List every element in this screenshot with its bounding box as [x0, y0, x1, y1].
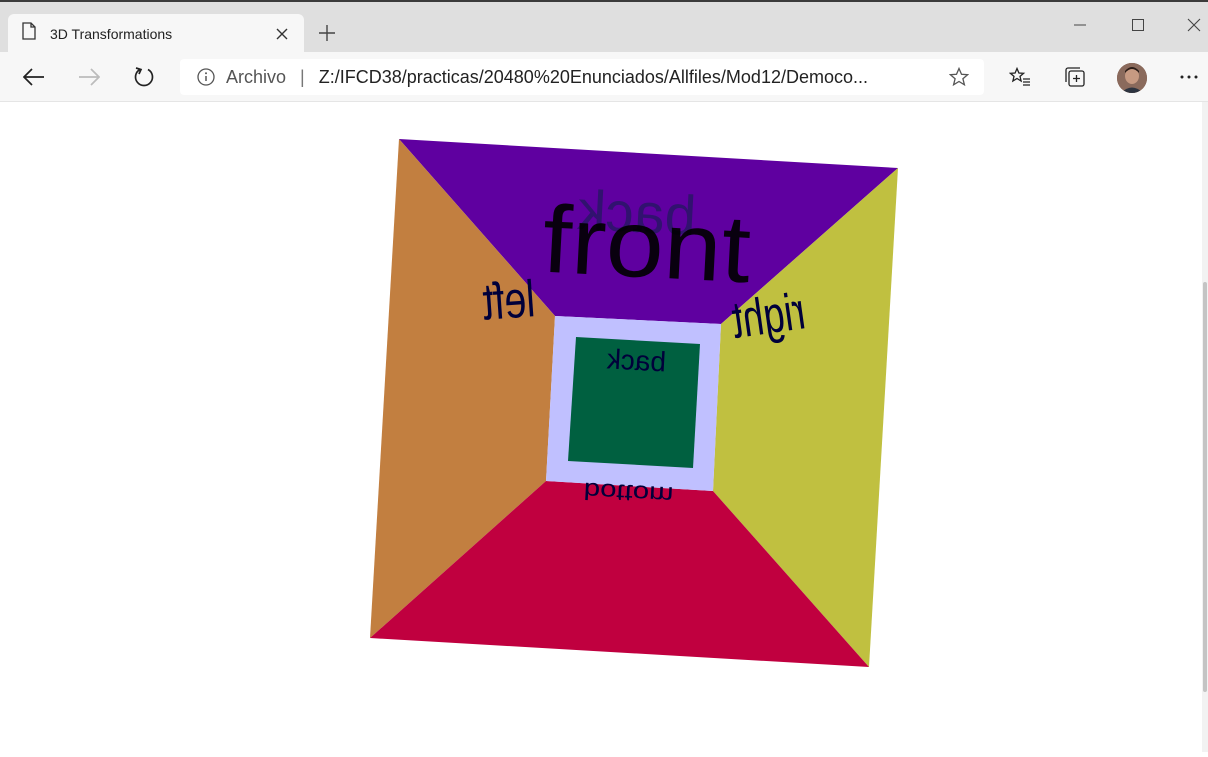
close-icon[interactable]	[1174, 10, 1208, 40]
address-bar[interactable]: Archivo | Z:/IFCD38/practicas/20480%20En…	[180, 59, 984, 95]
maximize-icon[interactable]	[1118, 10, 1158, 40]
profile-avatar[interactable]	[1117, 63, 1147, 93]
favorites-list-icon[interactable]	[1004, 61, 1036, 93]
page-icon	[22, 22, 36, 45]
vertical-scrollbar[interactable]	[1202, 102, 1208, 752]
info-icon[interactable]	[196, 67, 216, 87]
navigation-bar: Archivo | Z:/IFCD38/practicas/20480%20En…	[0, 52, 1208, 102]
favorite-star-icon[interactable]	[946, 64, 972, 90]
cube-scene: back front left right back bottom	[370, 139, 898, 667]
face-label-front: front	[540, 186, 754, 303]
browser-tab[interactable]: 3D Transformations	[8, 14, 304, 53]
collections-icon[interactable]	[1059, 61, 1091, 93]
face-label-back: back	[605, 343, 667, 377]
face-label-right: right	[728, 281, 809, 349]
face-label-left: left	[481, 269, 537, 331]
new-tab-icon[interactable]	[314, 20, 340, 46]
face-label-bottom: bottom	[583, 477, 674, 508]
forward-arrow-icon[interactable]	[73, 61, 105, 93]
more-menu-icon[interactable]	[1173, 61, 1205, 93]
address-scheme: Archivo	[226, 66, 287, 87]
back-arrow-icon[interactable]	[18, 61, 50, 93]
refresh-icon[interactable]	[128, 61, 160, 93]
address-url[interactable]: Z:/IFCD38/practicas/20480%20Enunciados/A…	[319, 67, 946, 88]
tab-title: 3D Transformations	[50, 25, 173, 42]
tab-close-icon[interactable]	[272, 24, 292, 44]
address-separator: |	[300, 66, 305, 87]
minimize-icon[interactable]	[1060, 10, 1100, 40]
scrollbar-thumb[interactable]	[1203, 282, 1207, 692]
page-content: back front left right back bottom	[0, 102, 1202, 752]
tab-strip: 3D Transformations	[0, 2, 1208, 53]
